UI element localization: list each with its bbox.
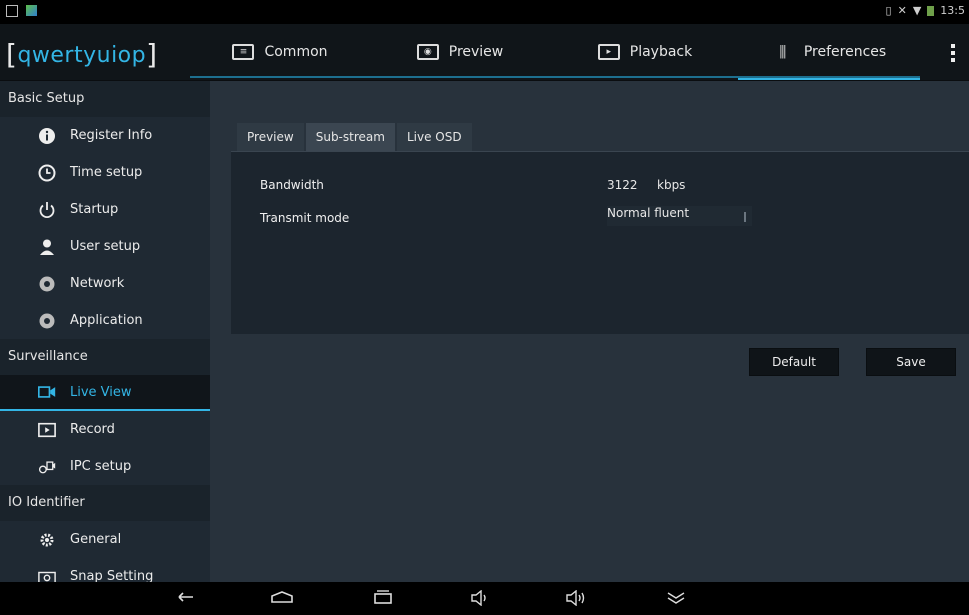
sidebar-item-label: IPC setup	[70, 459, 132, 474]
tab-divider	[190, 76, 920, 78]
film-icon: ▸	[597, 44, 620, 60]
tab-preview[interactable]: ◉ Preview	[370, 24, 550, 80]
top-bar: [qwertyuiop] ≡ Common ◉ Preview ▸ Playba…	[0, 24, 969, 81]
gear-icon	[38, 531, 56, 549]
bandwidth-input[interactable]: 3122	[607, 178, 638, 192]
sliders-icon: ⫼	[779, 43, 787, 61]
sidebar-item-label: Time setup	[70, 165, 143, 180]
transmit-mode-value: Normal fluent	[607, 206, 690, 220]
ipc-camera-icon	[38, 458, 56, 476]
info-icon	[38, 127, 56, 145]
navigation-bar	[0, 582, 969, 615]
record-icon	[38, 421, 56, 439]
status-indicators: ▯ ✕ ▼ 13:5	[886, 4, 965, 17]
subtab-bar: Preview Sub-stream Live OSD	[237, 123, 472, 151]
status-notifications	[6, 5, 37, 17]
tab-playback-label: Playback	[629, 44, 693, 60]
battery-icon	[927, 5, 935, 16]
tab-preferences[interactable]: ⫼ Preferences	[738, 24, 920, 80]
volume-up-icon[interactable]	[565, 589, 585, 607]
power-icon	[38, 201, 56, 219]
sidebar-item-network[interactable]: Network	[0, 265, 210, 302]
globe-icon	[38, 275, 56, 293]
bandwidth-unit: kbps	[657, 178, 686, 192]
tab-preview-label: Preview	[448, 44, 504, 60]
subtab-live-osd[interactable]: Live OSD	[396, 123, 472, 151]
default-button[interactable]: Default	[749, 348, 839, 376]
sidebar-item-label: Application	[70, 313, 143, 328]
sidebar-item-label: Register Info	[70, 128, 153, 143]
settings-panel: Bandwidth 3122 kbps Transmit mode Normal…	[231, 151, 969, 334]
transmit-mode-label: Transmit mode	[260, 211, 350, 225]
sidebar-item-user-setup[interactable]: User setup	[0, 228, 210, 265]
tab-common[interactable]: ≡ Common	[190, 24, 370, 80]
sidebar-item-label: Record	[70, 422, 115, 437]
main-content: Preview Sub-stream Live OSD Bandwidth 31…	[210, 81, 969, 582]
sidebar-item-label: Snap Setting	[70, 569, 154, 582]
home-icon[interactable]	[270, 590, 293, 606]
bandwidth-label: Bandwidth	[260, 178, 324, 192]
camera-icon	[38, 383, 56, 401]
tab-preferences-label: Preferences	[803, 44, 887, 60]
recent-apps-icon[interactable]	[372, 590, 392, 606]
sidebar-item-snap-setting[interactable]: Snap Setting	[0, 558, 210, 582]
overflow-menu-icon[interactable]	[951, 44, 955, 62]
sidebar-item-label: User setup	[70, 239, 141, 254]
transmit-mode-select[interactable]: Normal fluent	[607, 206, 752, 226]
sidebar-item-general[interactable]: General	[0, 521, 210, 558]
mute-icon: ✕	[897, 4, 907, 17]
app-title: [qwertyuiop]	[6, 38, 158, 71]
globe-icon	[38, 312, 56, 330]
subtab-preview[interactable]: Preview	[237, 123, 304, 151]
sidebar-item-time-setup[interactable]: Time setup	[0, 154, 210, 191]
clock-icon	[38, 164, 56, 182]
collapse-icon[interactable]	[665, 590, 685, 606]
status-bar: ▯ ✕ ▼ 13:5	[0, 0, 969, 24]
dropdown-caret-icon	[744, 212, 746, 222]
sidebar-item-application[interactable]: Application	[0, 302, 210, 339]
clock: 13:5	[940, 4, 965, 17]
grid-icon: ≡	[232, 44, 255, 60]
section-basic-setup: Basic Setup	[0, 81, 210, 117]
sidebar-item-label: General	[70, 532, 122, 547]
back-icon[interactable]	[175, 590, 195, 606]
sim-icon: ▯	[885, 4, 892, 17]
volume-down-icon[interactable]	[470, 589, 490, 607]
section-io-identifier: IO Identifier	[0, 485, 210, 521]
tab-common-label: Common	[264, 44, 328, 60]
image-notification-icon	[6, 5, 18, 17]
app-title-text: qwertyuiop	[17, 43, 147, 68]
subtab-sub-stream[interactable]: Sub-stream	[305, 123, 395, 151]
section-surveillance: Surveillance	[0, 339, 210, 375]
wifi-icon: ▼	[912, 4, 922, 17]
tab-playback[interactable]: ▸ Playback	[555, 24, 735, 80]
gallery-notification-icon	[26, 5, 37, 16]
eye-icon: ◉	[416, 44, 439, 60]
sidebar-item-label: Startup	[70, 202, 119, 217]
sidebar-item-register-info[interactable]: Register Info	[0, 117, 210, 154]
sidebar-item-startup[interactable]: Startup	[0, 191, 210, 228]
snapshot-icon	[38, 568, 56, 582]
sidebar-item-ipc-setup[interactable]: IPC setup	[0, 448, 210, 485]
sidebar-item-label: Live View	[70, 384, 132, 400]
sidebar-item-label: Network	[70, 276, 125, 291]
sidebar-item-live-view[interactable]: Live View	[0, 375, 210, 411]
user-icon	[38, 238, 56, 256]
save-button[interactable]: Save	[866, 348, 956, 376]
sidebar: Basic Setup Register Info Time setup Sta…	[0, 81, 210, 582]
sidebar-item-record[interactable]: Record	[0, 411, 210, 448]
